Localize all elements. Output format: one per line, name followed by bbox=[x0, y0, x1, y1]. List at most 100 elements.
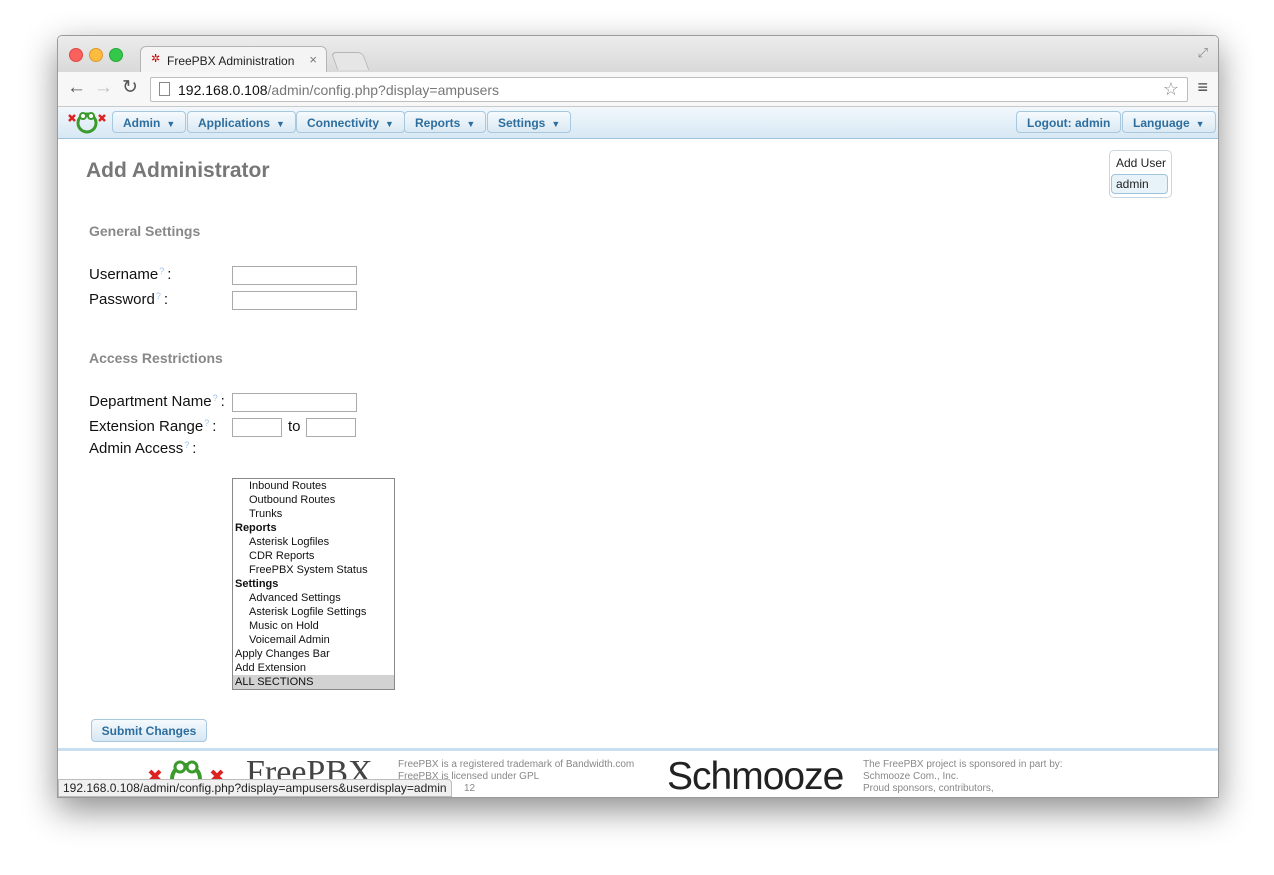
admin-access-label: Admin Access?: bbox=[89, 440, 196, 457]
nav-applications-button[interactable]: Applications ▼ bbox=[187, 111, 296, 133]
url-text: 192.168.0.108/admin/config.php?display=a… bbox=[178, 82, 499, 98]
help-icon[interactable]: ? bbox=[213, 393, 218, 403]
tab-strip: ✲ FreePBX Administration × ⤢ bbox=[58, 36, 1218, 73]
browser-menu-icon[interactable]: ≡ bbox=[1197, 77, 1208, 98]
department-input[interactable] bbox=[232, 393, 357, 412]
chevron-down-icon: ▼ bbox=[466, 119, 476, 129]
option-asterisk-logfiles[interactable]: Asterisk Logfiles bbox=[233, 535, 394, 549]
chevron-down-icon: ▼ bbox=[551, 119, 561, 129]
sponsor-text: The FreePBX project is sponsored in part… bbox=[863, 759, 1063, 795]
nav-settings-label: Settings bbox=[498, 116, 546, 130]
help-icon[interactable]: ? bbox=[184, 440, 189, 450]
sponsor-company-line: Schmooze Com., Inc. bbox=[863, 771, 959, 782]
nav-connectivity-label: Connectivity bbox=[307, 116, 380, 130]
back-arrow-icon[interactable]: ← bbox=[67, 78, 86, 98]
help-icon[interactable]: ? bbox=[156, 291, 161, 301]
add-user-link[interactable]: Add User bbox=[1116, 156, 1166, 170]
schmooze-logo[interactable]: Schmooze bbox=[667, 755, 844, 797]
user-admin-link[interactable]: admin bbox=[1111, 174, 1168, 194]
option-voicemail-admin[interactable]: Voicemail Admin bbox=[233, 633, 394, 647]
password-label-text: Password bbox=[89, 291, 155, 308]
option-outbound-routes[interactable]: Outbound Routes bbox=[233, 493, 394, 507]
colon: : bbox=[212, 418, 217, 435]
page-icon bbox=[159, 82, 170, 96]
tab-freepbx[interactable]: ✲ FreePBX Administration × bbox=[140, 46, 327, 73]
new-tab-button[interactable] bbox=[330, 52, 370, 70]
department-label: Department Name?: bbox=[89, 393, 225, 410]
submit-changes-button[interactable]: Submit Changes bbox=[91, 719, 207, 742]
nav-connectivity-button[interactable]: Connectivity ▼ bbox=[296, 111, 405, 133]
chevron-down-icon: ▼ bbox=[166, 119, 176, 129]
sponsor-contrib-line: Proud sponsors, contributors, bbox=[863, 783, 994, 794]
password-input[interactable] bbox=[232, 291, 357, 310]
option-asterisk-logfile-settings[interactable]: Asterisk Logfile Settings bbox=[233, 605, 394, 619]
trademark-line: FreePBX is a registered trademark of Ban… bbox=[398, 759, 635, 770]
option-trunks[interactable]: Trunks bbox=[233, 507, 394, 521]
colon: : bbox=[163, 291, 169, 308]
username-label-text: Username bbox=[89, 266, 159, 283]
browser-toolbar: ← → ↻ 192.168.0.108/admin/config.php?dis… bbox=[58, 72, 1218, 107]
browser-window: ✲ FreePBX Administration × ⤢ ← → ↻ 192.1… bbox=[57, 35, 1219, 798]
help-icon[interactable]: ? bbox=[204, 418, 209, 428]
option-add-extension[interactable]: Add Extension bbox=[233, 661, 394, 675]
option-apply-changes-bar[interactable]: Apply Changes Bar bbox=[233, 647, 394, 661]
option-inbound-routes[interactable]: Inbound Routes bbox=[233, 479, 394, 493]
group-reports: Reports bbox=[235, 522, 277, 534]
fullscreen-icon[interactable]: ⤢ bbox=[1198, 45, 1208, 61]
nav-settings-button[interactable]: Settings ▼ bbox=[487, 111, 572, 133]
user-list-nav: Add User admin bbox=[1109, 150, 1172, 198]
option-music-on-hold[interactable]: Music on Hold bbox=[233, 619, 394, 633]
username-label: Username?: bbox=[89, 266, 171, 283]
reload-icon[interactable]: ↻ bbox=[122, 78, 138, 98]
nav-reports-label: Reports bbox=[415, 116, 461, 130]
language-label: Language bbox=[1133, 116, 1190, 130]
freepbx-logo-icon[interactable] bbox=[66, 109, 108, 135]
close-window-button[interactable] bbox=[69, 48, 83, 62]
bookmark-star-icon[interactable]: ☆ bbox=[1163, 79, 1179, 100]
main-content: Add Administrator Add User admin General… bbox=[58, 139, 1218, 751]
logout-button[interactable]: Logout: admin bbox=[1016, 111, 1122, 133]
logout-label: Logout: admin bbox=[1027, 116, 1111, 130]
option-all-sections[interactable]: ALL SECTIONS bbox=[233, 675, 394, 689]
status-url-bubble: 192.168.0.108/admin/config.php?display=a… bbox=[58, 779, 452, 797]
colon: : bbox=[220, 393, 225, 410]
extension-range-low-input[interactable] bbox=[232, 418, 282, 437]
chevron-down-icon: ▼ bbox=[1195, 119, 1205, 129]
freepbx-favicon-icon: ✲ bbox=[151, 53, 161, 65]
access-restrictions-heading: Access Restrictions bbox=[89, 350, 223, 366]
url-host: 192.168.0.108 bbox=[178, 82, 268, 98]
username-input[interactable] bbox=[232, 266, 357, 285]
option-cdr-reports[interactable]: CDR Reports bbox=[233, 549, 394, 563]
help-icon[interactable]: ? bbox=[159, 266, 164, 276]
nav-admin-label: Admin bbox=[123, 116, 161, 130]
nav-reports-button[interactable]: Reports ▼ bbox=[404, 111, 487, 133]
option-freepbx-system-status[interactable]: FreePBX System Status bbox=[233, 563, 394, 577]
tab-close-icon[interactable]: × bbox=[309, 52, 317, 67]
freepbx-nav-bar: Admin ▼ Applications ▼ Connectivity ▼ Repor… bbox=[58, 107, 1218, 139]
extension-range-label: Extension Range?: bbox=[89, 418, 216, 435]
address-bar[interactable]: 192.168.0.108/admin/config.php?display=a… bbox=[150, 77, 1188, 102]
general-settings-heading: General Settings bbox=[89, 223, 201, 239]
language-button[interactable]: Language ▼ bbox=[1122, 111, 1216, 133]
tab-title: FreePBX Administration bbox=[167, 54, 295, 68]
colon: : bbox=[167, 266, 172, 283]
extension-range-high-input[interactable] bbox=[306, 418, 356, 437]
admin-access-label-text: Admin Access bbox=[89, 440, 184, 457]
colon: : bbox=[192, 440, 197, 457]
chevron-down-icon: ▼ bbox=[385, 119, 394, 129]
department-label-text: Department Name bbox=[89, 393, 212, 410]
maximize-window-button[interactable] bbox=[109, 48, 123, 62]
admin-access-listbox[interactable]: Inbound Routes Outbound Routes Trunks Re… bbox=[232, 478, 395, 690]
minimize-window-button[interactable] bbox=[89, 48, 103, 62]
sponsor-line: The FreePBX project is sponsored in part… bbox=[863, 759, 1063, 770]
extension-range-label-text: Extension Range bbox=[89, 418, 204, 435]
nav-admin-button[interactable]: Admin ▼ bbox=[112, 111, 187, 133]
password-label: Password?: bbox=[89, 291, 168, 308]
page-title: Add Administrator bbox=[86, 159, 270, 182]
option-advanced-settings[interactable]: Advanced Settings bbox=[233, 591, 394, 605]
nav-applications-label: Applications bbox=[198, 116, 271, 130]
url-path: /admin/config.php?display=ampusers bbox=[267, 82, 500, 98]
to-label: to bbox=[288, 418, 301, 435]
chevron-down-icon: ▼ bbox=[276, 119, 285, 129]
forward-arrow-icon[interactable]: → bbox=[94, 78, 113, 98]
